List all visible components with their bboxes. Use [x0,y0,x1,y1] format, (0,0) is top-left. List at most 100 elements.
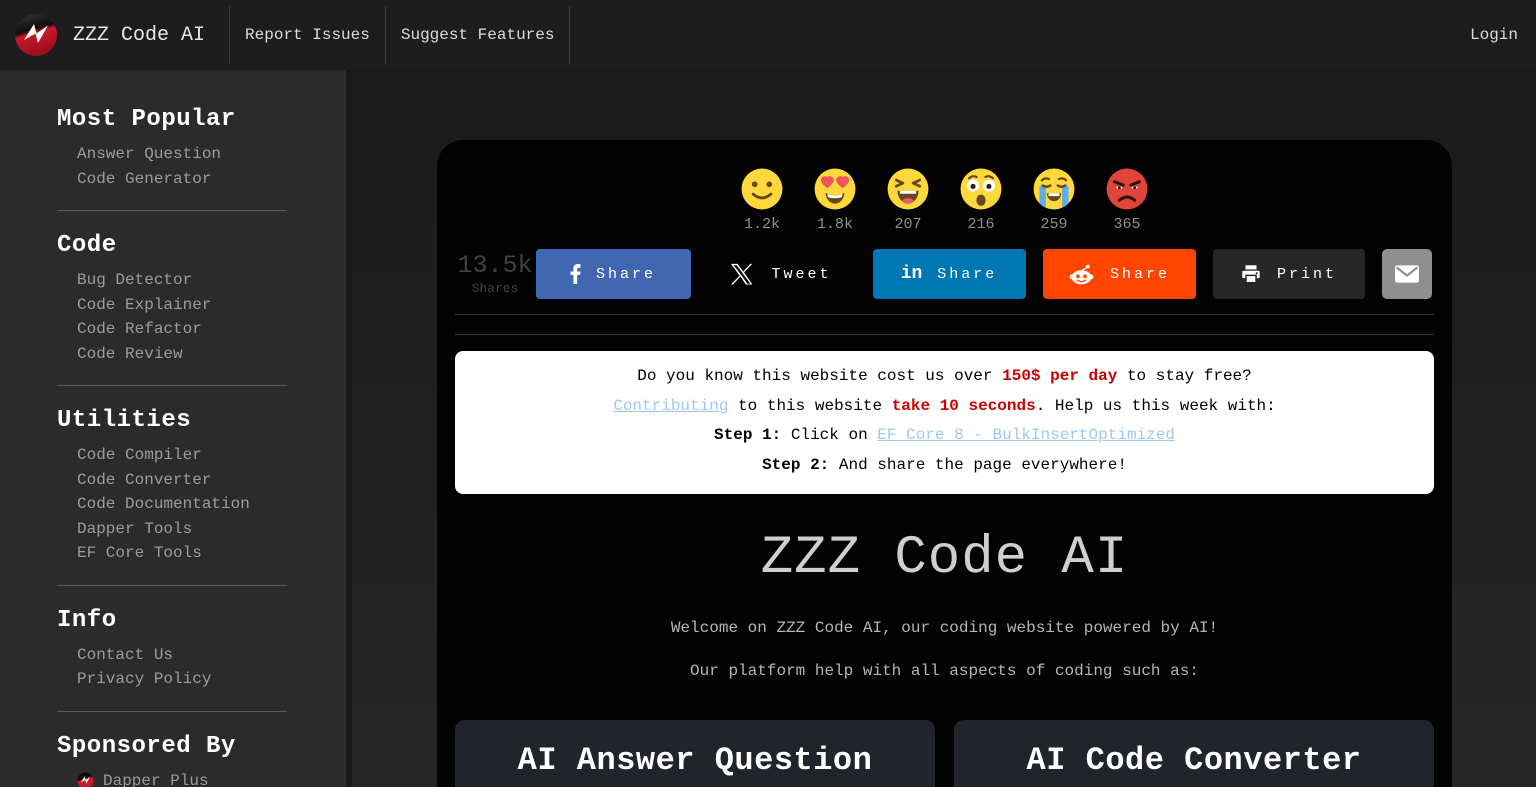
print-icon [1240,263,1262,285]
feature-card-answer-question[interactable]: AI Answer Question Write any programming… [455,720,935,787]
feature-card-code-converter[interactable]: AI Code Converter Provide any code you w… [954,720,1434,787]
reaction-heart-eyes[interactable]: 1.8k [812,166,858,233]
sponsor-label: Dapper Plus [103,769,209,787]
sidebar-item-code-generator[interactable]: Code Generator [57,167,346,192]
brand-title: ZZZ Code AI [73,24,205,47]
sidebar-heading: Utilities [57,407,346,434]
sidebar-item-contact-us[interactable]: Contact Us [57,643,346,668]
tagline-text: Our platform help with all aspects of co… [455,662,1434,680]
sidebar-item-code-review[interactable]: Code Review [57,342,346,367]
reaction-crying[interactable]: 259 [1031,166,1077,233]
reaction-angry[interactable]: 365 [1104,166,1150,233]
sidebar-item-code-documentation[interactable]: Code Documentation [57,492,346,517]
reaction-astonished[interactable]: 216 [958,166,1004,233]
facebook-share-button[interactable]: Share [536,249,691,299]
nav-spacer [570,0,1452,70]
contributing-link[interactable]: Contributing [613,397,728,415]
print-button[interactable]: Print [1213,249,1365,299]
dapper-plus-logo-icon [77,772,94,787]
sidebar-section-info: Info Contact Us Privacy Policy [57,607,346,712]
nav-link-report-issues[interactable]: Report Issues [230,0,385,70]
sidebar-item-code-explainer[interactable]: Code Explainer [57,293,346,318]
sidebar-heading: Sponsored By [57,733,346,760]
sidebar-heading: Info [57,607,346,634]
reaction-count: 207 [894,216,921,233]
reddit-icon [1068,263,1095,285]
sidebar-item-bug-detector[interactable]: Bug Detector [57,268,346,293]
sidebar-heading: Most Popular [57,106,346,133]
sidebar-item-code-compiler[interactable]: Code Compiler [57,443,346,468]
sidebar-divider [57,711,287,712]
slightly-smiling-emoji-icon [739,166,785,212]
sidebar-divider [57,210,287,211]
navbar: ZZZ Code AI Report Issues Suggest Featur… [0,0,1536,70]
page-title: ZZZ Code AI [455,528,1434,589]
sidebar: Most Popular Answer Question Code Genera… [0,70,352,787]
sidebar-item-dapper-tools[interactable]: Dapper Tools [57,517,346,542]
main-content: 1.2k 1.8k [352,70,1536,787]
notice-step-1: Step 1: Click on EF Core 8 - BulkInsertO… [473,421,1416,451]
feature-cards: AI Answer Question Write any programming… [455,720,1434,787]
brand[interactable]: ZZZ Code AI [0,0,229,70]
sidebar-divider [57,385,287,386]
divider [455,314,1434,315]
share-total-count: 13.5k [457,253,532,278]
print-label: Print [1277,266,1337,283]
reaction-count: 259 [1040,216,1067,233]
x-twitter-icon [731,263,753,285]
sidebar-item-code-refactor[interactable]: Code Refactor [57,317,346,342]
linkedin-share-button[interactable]: in Share [873,249,1026,299]
reddit-share-button[interactable]: Share [1043,249,1196,299]
reaction-count: 1.2k [744,216,780,233]
email-share-button[interactable] [1382,249,1432,299]
divider [455,334,1434,335]
reaction-count: 365 [1113,216,1140,233]
astonished-emoji-icon [958,166,1004,212]
ef-core-link[interactable]: EF Core 8 - BulkInsertOptimized [877,426,1175,444]
sidebar-divider [57,585,287,586]
sidebar-item-answer-question[interactable]: Answer Question [57,142,346,167]
sidebar-section-code: Code Bug Detector Code Explainer Code Re… [57,232,346,386]
facebook-icon [570,264,581,284]
share-total: 13.5k Shares [457,253,532,295]
notice-line-1: Do you know this website cost us over 15… [473,362,1416,392]
sidebar-item-code-converter[interactable]: Code Converter [57,468,346,493]
hero-section: ZZZ Code AI Welcome on ZZZ Code AI, our … [455,528,1434,680]
feature-title: AI Answer Question [475,742,915,779]
share-bar: 13.5k Shares Share Tweet in [455,249,1434,299]
reaction-laughing[interactable]: 207 [885,166,931,233]
sidebar-section-most-popular: Most Popular Answer Question Code Genera… [57,106,346,211]
donation-notice: Do you know this website cost us over 15… [455,351,1434,494]
notice-cost-highlight: 150$ per day [1002,367,1117,385]
reaction-slightly-smiling[interactable]: 1.2k [739,166,785,233]
reaction-count: 216 [967,216,994,233]
facebook-share-label: Share [596,266,656,283]
notice-time-highlight: take 10 seconds [892,397,1036,415]
zzz-logo-icon [14,13,58,57]
sidebar-item-dapper-plus[interactable]: Dapper Plus [57,769,346,787]
linkedin-icon: in [901,264,923,284]
sidebar-item-privacy-policy[interactable]: Privacy Policy [57,667,346,692]
heart-eyes-emoji-icon [812,166,858,212]
notice-line-2: Contributing to this website take 10 sec… [473,392,1416,422]
share-total-label: Shares [457,282,532,295]
angry-emoji-icon [1104,166,1150,212]
feature-title: AI Code Converter [974,742,1414,779]
nav-link-suggest-features[interactable]: Suggest Features [386,0,570,70]
email-icon [1394,264,1420,284]
laughing-emoji-icon [885,166,931,212]
sidebar-section-sponsored: Sponsored By Dapper Plus [57,733,346,787]
sidebar-heading: Code [57,232,346,259]
reddit-share-label: Share [1110,266,1170,283]
tweet-button[interactable]: Tweet [708,249,856,299]
login-link[interactable]: Login [1452,0,1536,70]
tweet-label: Tweet [771,266,831,283]
sidebar-section-utilities: Utilities Code Compiler Code Converter C… [57,407,346,586]
sidebar-item-ef-core-tools[interactable]: EF Core Tools [57,541,346,566]
welcome-text: Welcome on ZZZ Code AI, our coding websi… [455,619,1434,637]
crying-emoji-icon [1031,166,1077,212]
notice-step-2: Step 2: And share the page everywhere! [473,451,1416,481]
reaction-bar: 1.2k 1.8k [455,166,1434,233]
content-card: 1.2k 1.8k [437,140,1452,787]
linkedin-share-label: Share [937,266,997,283]
